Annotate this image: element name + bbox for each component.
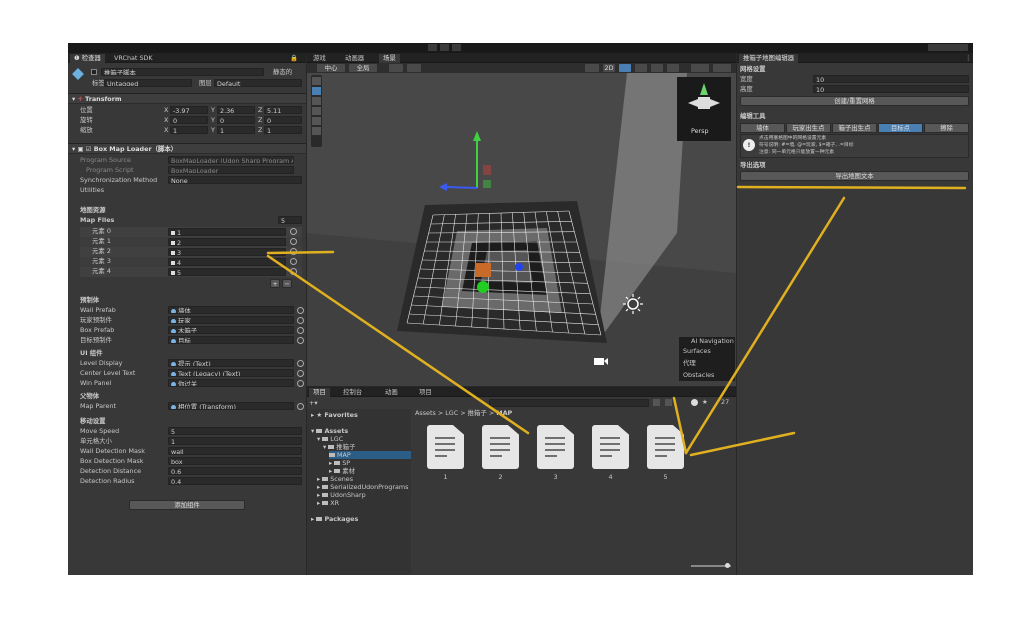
- unity-editor: ❶ 检查器 VRChat SDK 🔒 推箱子脚本 静态的 标签 Untagged…: [68, 43, 973, 575]
- annotation-line-3: [736, 185, 967, 190]
- annotation-line-5: [672, 396, 688, 455]
- annotation-line-6: [689, 431, 796, 457]
- annotation-overlay: [266, 185, 967, 457]
- annotation-line-2: [266, 254, 530, 435]
- annotation-line-4: [684, 196, 846, 455]
- annotation-line-1: [266, 250, 335, 255]
